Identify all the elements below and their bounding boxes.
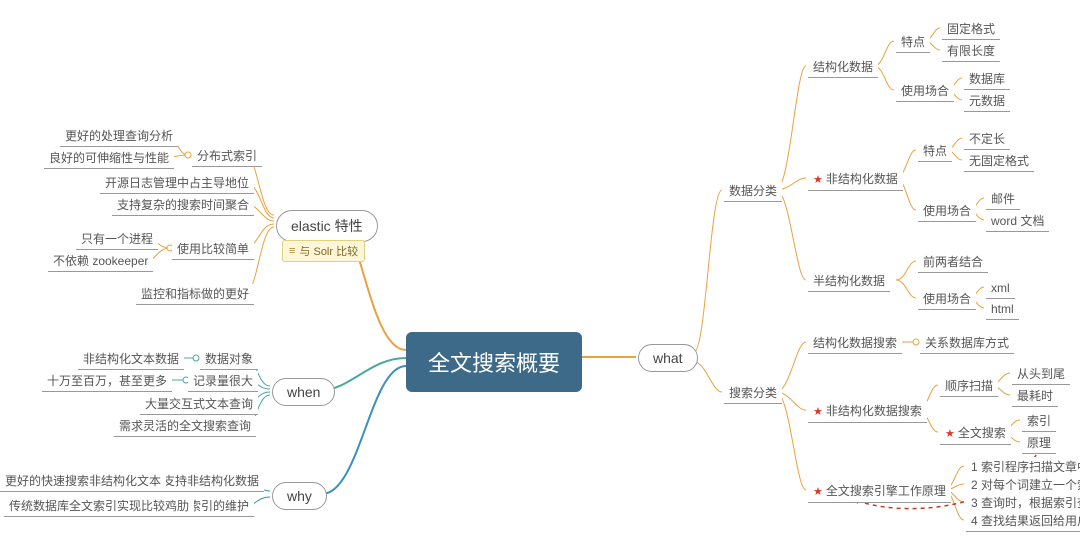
branch-what[interactable]: what [638, 344, 698, 372]
leaf-no-zk[interactable]: 不依赖 zookeeper [48, 251, 153, 272]
leaf-traditional-db[interactable]: 传统数据库全文索引实现比较鸡肋 [4, 496, 194, 517]
leaf-interactive-query[interactable]: 大量交互式文本查询 [140, 394, 258, 415]
branch-why[interactable]: why [272, 482, 327, 510]
root-node[interactable]: 全文搜索概要 [406, 332, 582, 392]
leaf-ud-f2[interactable]: 无固定格式 [964, 151, 1034, 172]
leaf-ud-u1[interactable]: 邮件 [986, 189, 1020, 210]
leaf-ft-principle[interactable]: 原理 [1022, 433, 1056, 454]
leaf-seq-scan[interactable]: 顺序扫描 [940, 376, 998, 397]
leaf-sd-u1[interactable]: 数据库 [964, 69, 1010, 90]
leaf-semi-data[interactable]: 半结构化数据 [808, 271, 890, 292]
leaf-ud-usage[interactable]: 使用场合 [918, 201, 976, 222]
leaf-fulltext[interactable]: 全文搜索 [940, 423, 1011, 445]
branch-elastic[interactable]: elastic 特性 [276, 210, 378, 242]
leaf-scalability[interactable]: 良好的可伸缩性与性能 [44, 148, 174, 169]
leaf-unstruct-text[interactable]: 非结构化文本数据 [78, 349, 184, 370]
leaf-better-query[interactable]: 更好的处理查询分析 [60, 126, 178, 147]
leaf-sd-f2[interactable]: 有限长度 [942, 41, 1000, 62]
leaf-data-class[interactable]: 数据分类 [724, 181, 782, 202]
leaf-ss2[interactable]: 最耗时 [1012, 386, 1058, 407]
leaf-record-large[interactable]: 记录量很大 [188, 371, 258, 392]
leaf-sd-usage[interactable]: 使用场合 [896, 81, 954, 102]
leaf-ss1[interactable]: 从头到尾 [1012, 364, 1070, 385]
leaf-data-object[interactable]: 数据对象 [200, 349, 258, 370]
leaf-simple-use[interactable]: 使用比较简单 [172, 239, 254, 260]
leaf-sd-f1[interactable]: 固定格式 [942, 19, 1000, 40]
leaf-distributed-index[interactable]: 分布式索引 [192, 146, 262, 167]
leaf-e4[interactable]: 4 查找结果返回给用户 [966, 511, 1080, 532]
leaf-sc-unstruct[interactable]: 非结构化数据搜索 [808, 401, 927, 423]
leaf-better-fast-search[interactable]: 更好的快速搜索非结构化文本 [0, 471, 166, 492]
leaf-sd-u2[interactable]: 元数据 [964, 91, 1010, 112]
leaf-ud-f1[interactable]: 不定长 [964, 129, 1010, 150]
leaf-sc-struct-rel[interactable]: 关系数据库方式 [920, 333, 1014, 354]
leaf-complex-time[interactable]: 支持复杂的搜索时间聚合 [112, 195, 254, 216]
leaf-semi-usage[interactable]: 使用场合 [918, 289, 976, 310]
leaf-struct-data[interactable]: 结构化数据 [808, 57, 878, 78]
leaf-ten-to-million[interactable]: 十万至百万，甚至更多 [42, 371, 172, 392]
leaf-sc-struct[interactable]: 结构化数据搜索 [808, 333, 902, 354]
leaf-flexible-search[interactable]: 需求灵活的全文搜索查询 [114, 416, 256, 437]
leaf-sd-feature[interactable]: 特点 [896, 32, 930, 53]
leaf-search-class[interactable]: 搜索分类 [724, 383, 782, 404]
leaf-semi-u2[interactable]: html [986, 299, 1019, 320]
leaf-log-leader[interactable]: 开源日志管理中占主导地位 [100, 173, 254, 194]
leaf-semi-both[interactable]: 前两者结合 [918, 252, 988, 273]
leaf-unstruct-data[interactable]: 非结构化数据 [808, 169, 903, 191]
leaf-support-unstruct[interactable]: 支持非结构化数据 [158, 471, 264, 492]
leaf-ud-feature[interactable]: 特点 [918, 141, 952, 162]
note-solr-compare[interactable]: 与 Solr 比较 [282, 240, 365, 262]
leaf-index-maint[interactable]: 索引的维护 [184, 496, 254, 517]
leaf-one-process[interactable]: 只有一个进程 [76, 229, 158, 250]
leaf-ft-index[interactable]: 索引 [1022, 411, 1056, 432]
leaf-semi-u1[interactable]: xml [986, 278, 1015, 299]
leaf-monitoring[interactable]: 监控和指标做的更好 [136, 284, 254, 305]
branch-when[interactable]: when [272, 378, 335, 406]
leaf-ud-u2[interactable]: word 文档 [986, 211, 1049, 232]
leaf-engine[interactable]: 全文搜索引擎工作原理 [808, 481, 951, 503]
